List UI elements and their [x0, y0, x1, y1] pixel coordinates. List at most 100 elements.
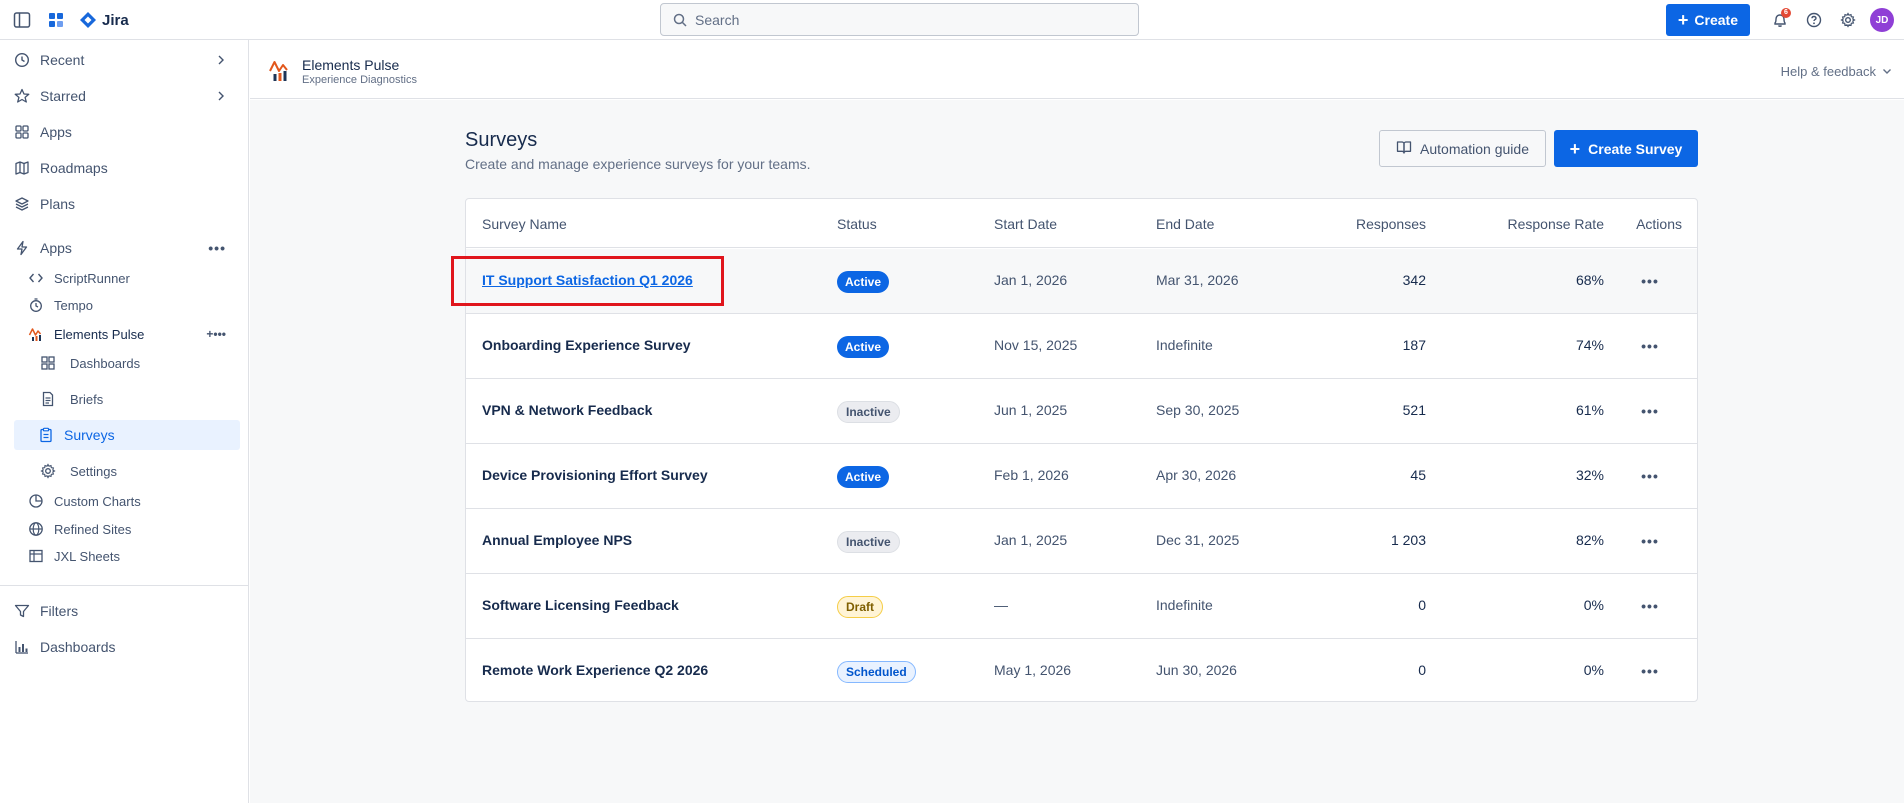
- table-row[interactable]: Device Provisioning Effort Survey Active F…: [466, 444, 1697, 509]
- sidebar-item-label: Refined Sites: [54, 521, 132, 537]
- sidebar-item-scriptrunner[interactable]: ScriptRunner: [26, 263, 240, 293]
- end-date-cell: Jun 30, 2026: [1156, 662, 1237, 678]
- search-icon: [673, 13, 687, 27]
- sidebar-item-recent[interactable]: Recent: [12, 45, 240, 75]
- survey-name-link[interactable]: Software Licensing Feedback: [482, 597, 679, 613]
- sidebar-toggle-icon[interactable]: [12, 10, 32, 30]
- row-actions-more-icon[interactable]: •••: [1636, 267, 1664, 295]
- clipboard-icon: [38, 427, 54, 443]
- start-date-cell: Jan 1, 2025: [994, 532, 1068, 548]
- sidebar-item-surveys[interactable]: Surveys: [14, 420, 240, 450]
- automation-guide-button[interactable]: Automation guide: [1379, 130, 1546, 167]
- responses-cell: 521: [1402, 402, 1426, 418]
- app-switcher-icon[interactable]: [46, 10, 66, 30]
- search-placeholder: Search: [695, 11, 740, 28]
- row-actions-more-icon[interactable]: •••: [1636, 657, 1664, 685]
- user-avatar[interactable]: JD: [1870, 8, 1894, 32]
- apps-grid-icon: [14, 124, 30, 140]
- header-response-rate[interactable]: Response Rate: [1484, 216, 1604, 232]
- sidebar-item-apps-section[interactable]: Apps •••: [12, 233, 240, 263]
- header-status[interactable]: Status: [837, 216, 877, 232]
- filter-icon: [14, 603, 30, 619]
- table-icon: [28, 548, 44, 564]
- sidebar-item-tempo[interactable]: Tempo: [26, 290, 240, 320]
- notification-count-badge: 6: [1781, 8, 1791, 18]
- sidebar-item-roadmaps[interactable]: Roadmaps: [12, 153, 240, 183]
- sidebar-item-plans[interactable]: Plans: [12, 189, 240, 219]
- header-actions: Actions: [1636, 216, 1682, 232]
- sidebar-item-label: Roadmaps: [40, 160, 108, 176]
- responses-cell: 0: [1418, 662, 1426, 678]
- sidebar-item-filters[interactable]: Filters: [12, 596, 240, 626]
- sidebar: Recent Starred Apps Roadmaps Plans Apps …: [0, 40, 249, 803]
- start-date-cell: May 1, 2026: [994, 662, 1072, 678]
- globe-icon: [28, 521, 44, 537]
- create-button[interactable]: + Create: [1665, 4, 1750, 36]
- sidebar-item-briefs[interactable]: Briefs: [38, 384, 240, 414]
- jira-brand-text: Jira: [102, 11, 129, 29]
- sidebar-item-jxl-sheets[interactable]: JXL Sheets: [26, 541, 240, 571]
- sidebar-item-label: Custom Charts: [54, 493, 141, 509]
- plus-icon: +: [1569, 138, 1581, 159]
- help-feedback-dropdown[interactable]: Help & feedback: [1781, 64, 1892, 79]
- sidebar-item-label: ScriptRunner: [54, 270, 130, 286]
- responses-cell: 187: [1402, 337, 1426, 353]
- responses-cell: 1 203: [1390, 532, 1426, 548]
- more-options-icon[interactable]: •••: [208, 240, 226, 256]
- row-actions-more-icon[interactable]: •••: [1636, 527, 1664, 555]
- chevron-down-icon: [1882, 64, 1892, 79]
- help-feedback-label: Help & feedback: [1780, 64, 1876, 79]
- survey-name-link[interactable]: Remote Work Experience Q2 2026: [482, 662, 708, 678]
- sidebar-item-settings[interactable]: Settings: [38, 456, 240, 486]
- table-row[interactable]: Software Licensing Feedback Draft — Indefin…: [466, 574, 1697, 639]
- row-actions-more-icon[interactable]: •••: [1636, 397, 1664, 425]
- start-date-cell: —: [994, 597, 1008, 613]
- table-row[interactable]: Remote Work Experience Q2 2026 Scheduled M…: [466, 639, 1697, 701]
- survey-name-link[interactable]: Device Provisioning Effort Survey: [482, 467, 708, 483]
- sidebar-item-dashboards-sub[interactable]: Dashboards: [38, 348, 240, 378]
- sidebar-item-custom-charts[interactable]: Custom Charts: [26, 486, 240, 516]
- sidebar-item-apps[interactable]: Apps: [12, 117, 240, 147]
- survey-name-link[interactable]: VPN & Network Feedback: [482, 402, 652, 418]
- stopwatch-icon: [28, 297, 44, 313]
- app-title: Elements Pulse: [302, 57, 400, 73]
- survey-name-link[interactable]: Onboarding Experience Survey: [482, 337, 691, 353]
- app-header: Elements Pulse Experience Diagnostics He…: [250, 40, 1904, 99]
- sidebar-item-elements-pulse[interactable]: Elements Pulse +•••: [26, 319, 240, 349]
- help-button[interactable]: [1802, 8, 1826, 32]
- status-badge: Active: [837, 271, 890, 293]
- end-date-cell: Sep 30, 2025: [1156, 402, 1240, 418]
- sidebar-item-starred[interactable]: Starred: [12, 81, 240, 111]
- sidebar-item-label: Dashboards: [40, 639, 116, 655]
- end-date-cell: Indefinite: [1156, 597, 1213, 613]
- lightning-icon: [14, 240, 30, 256]
- code-icon: [28, 270, 44, 286]
- sidebar-item-refined-sites[interactable]: Refined Sites: [26, 514, 240, 544]
- survey-name-link[interactable]: Annual Employee NPS: [482, 532, 632, 548]
- topbar-right: + Create 6 JD: [1665, 4, 1894, 36]
- status-badge: Draft: [837, 596, 884, 618]
- table-row[interactable]: Annual Employee NPS Inactive Jan 1, 2025 De…: [466, 509, 1697, 574]
- sidebar-item-dashboards[interactable]: Dashboards: [12, 632, 240, 662]
- sidebar-item-label: Apps: [40, 240, 72, 256]
- settings-button[interactable]: [1836, 8, 1860, 32]
- header-responses[interactable]: Responses: [1326, 216, 1426, 232]
- add-more-icon[interactable]: +•••: [206, 327, 226, 341]
- sidebar-item-label: Apps: [40, 124, 72, 140]
- responses-cell: 0: [1418, 597, 1426, 613]
- row-actions-more-icon[interactable]: •••: [1636, 462, 1664, 490]
- row-actions-more-icon[interactable]: •••: [1636, 592, 1664, 620]
- row-actions-more-icon[interactable]: •••: [1636, 332, 1664, 360]
- responses-cell: 342: [1402, 272, 1426, 288]
- table-row[interactable]: VPN & Network Feedback Inactive Jun 1, 202…: [466, 379, 1697, 444]
- search-input[interactable]: Search: [660, 3, 1139, 36]
- top-navigation-bar: Jira Search + Create 6 JD: [0, 0, 1904, 40]
- header-survey-name[interactable]: Survey Name: [482, 216, 567, 232]
- create-survey-button[interactable]: + Create Survey: [1554, 130, 1698, 167]
- notifications-button[interactable]: 6: [1768, 8, 1792, 32]
- table-row[interactable]: Onboarding Experience Survey Active Nov 15…: [466, 314, 1697, 379]
- end-date-cell: Indefinite: [1156, 337, 1213, 353]
- header-end-date[interactable]: End Date: [1156, 216, 1214, 232]
- jira-logo[interactable]: Jira: [80, 12, 129, 29]
- header-start-date[interactable]: Start Date: [994, 216, 1057, 232]
